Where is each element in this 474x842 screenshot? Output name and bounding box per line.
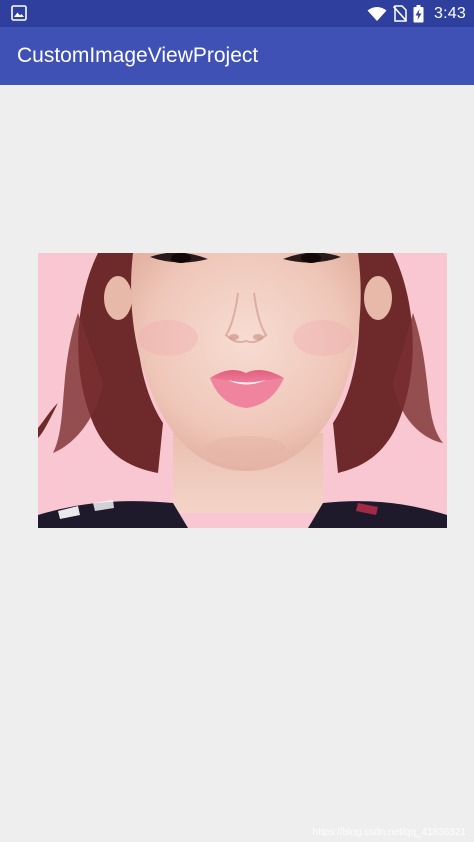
status-bar: 3:43 [0, 0, 474, 27]
app-bar: CustomImageViewProject [0, 27, 474, 85]
portrait-photo [38, 253, 447, 528]
status-icons: 3:43 [367, 0, 466, 27]
app-title: CustomImageViewProject [17, 44, 259, 67]
custom-image-view[interactable] [38, 253, 447, 528]
watermark-text: https://blog.csdn.net/qq_41836321 [312, 827, 466, 838]
no-sim-icon [393, 5, 408, 22]
status-time: 3:43 [434, 4, 466, 22]
image-notification-icon [11, 5, 27, 21]
battery-charging-icon [413, 4, 424, 23]
wifi-icon [367, 6, 387, 22]
